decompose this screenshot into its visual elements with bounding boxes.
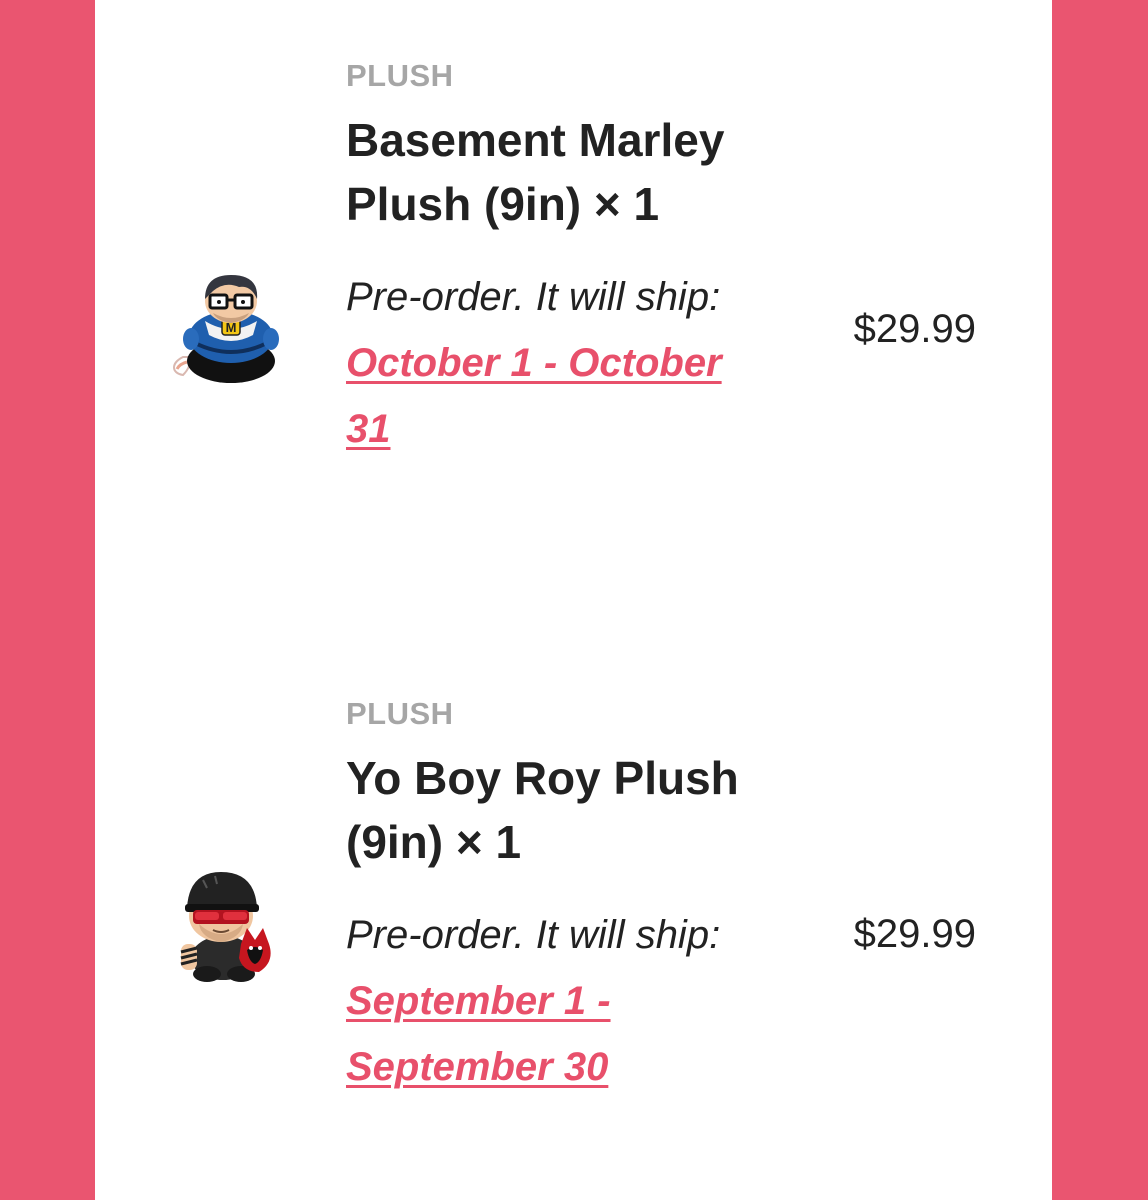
- shipping-info: Pre-order. It will ship: September 1 - S…: [346, 902, 766, 1100]
- yo-boy-roy-plush-icon[interactable]: [163, 858, 293, 988]
- shipping-info: Pre-order. It will ship: October 1 - Oct…: [346, 264, 766, 462]
- ship-date-link[interactable]: September 1 - September 30: [346, 979, 611, 1089]
- basement-marley-plush-icon[interactable]: M: [165, 265, 295, 395]
- item-details: PLUSH Basement Marley Plush (9in) × 1 Pr…: [346, 58, 766, 462]
- shipping-prefix: Pre-order. It will ship:: [346, 913, 721, 957]
- shipping-prefix: Pre-order. It will ship:: [346, 275, 721, 319]
- item-title[interactable]: Basement Marley Plush (9in) × 1: [346, 108, 766, 236]
- order-items-panel: M PLUSH Basement Marley Plush (9in) × 1 …: [95, 0, 1052, 1200]
- line-item: M PLUSH Basement Marley Plush (9in) × 1 …: [95, 0, 1052, 600]
- item-price: $29.99: [853, 307, 976, 351]
- item-category: PLUSH: [346, 58, 454, 93]
- item-category: PLUSH: [346, 696, 454, 731]
- ship-date-link[interactable]: October 1 - October 31: [346, 341, 722, 451]
- item-title[interactable]: Yo Boy Roy Plush (9in) × 1: [346, 746, 766, 874]
- item-price: $29.99: [853, 912, 976, 956]
- item-details: PLUSH Yo Boy Roy Plush (9in) × 1 Pre-ord…: [346, 696, 766, 1100]
- line-item: PLUSH Yo Boy Roy Plush (9in) × 1 Pre-ord…: [95, 638, 1052, 1178]
